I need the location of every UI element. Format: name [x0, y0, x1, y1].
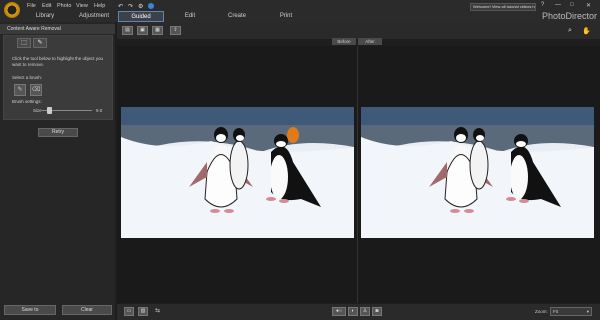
- redo-icon[interactable]: ↷: [128, 3, 133, 10]
- import-icon[interactable]: ▤: [122, 26, 133, 35]
- help-icon[interactable]: ?: [541, 2, 544, 8]
- before-photo: [121, 107, 354, 238]
- after-label: After: [358, 38, 382, 45]
- main-toolbar: [117, 22, 600, 39]
- person-icon[interactable]: ♙: [360, 307, 370, 316]
- brush-settings-label: Brush settings:: [12, 99, 42, 104]
- export-icon[interactable]: ⇪: [170, 26, 181, 35]
- tab-adjustment[interactable]: Adjustment: [72, 11, 116, 22]
- swap-icon[interactable]: ⇆: [155, 307, 160, 314]
- panel-header[interactable]: Content Aware Removal: [0, 24, 115, 34]
- compare-divider[interactable]: [357, 46, 358, 303]
- size-label: Size: [33, 108, 42, 113]
- brand-name: PhotoDirector: [542, 11, 598, 21]
- panel-title: Content Aware Removal: [7, 26, 61, 32]
- clear-button[interactable]: Clear: [62, 305, 112, 315]
- zoom-select[interactable]: Fit ▾: [550, 307, 592, 316]
- minimize-icon[interactable]: —: [555, 2, 561, 8]
- menu-file[interactable]: File: [27, 3, 36, 9]
- grid-icon[interactable]: ▦: [152, 26, 163, 35]
- zoom-value: Fit: [553, 309, 558, 314]
- tab-library[interactable]: Library: [26, 11, 64, 22]
- tab-create[interactable]: Create: [222, 11, 252, 22]
- size-slider-handle[interactable]: [47, 107, 52, 114]
- compare-view-icon[interactable]: ▥: [138, 307, 148, 316]
- menu-photo[interactable]: Photo: [57, 3, 71, 9]
- before-label: Before: [332, 38, 356, 45]
- camera-icon[interactable]: ◙: [372, 307, 382, 316]
- zoom-label: Zoom:: [535, 309, 548, 314]
- panel-instructions: Click the tool below to highlight the ob…: [12, 56, 104, 67]
- save-to-button[interactable]: Save to: [4, 305, 56, 315]
- size-value: 9.0: [96, 108, 103, 113]
- undo-icon[interactable]: ↶: [118, 3, 123, 10]
- tab-guided[interactable]: Guided: [118, 11, 164, 22]
- bottom-toolbar: [117, 304, 600, 320]
- tab-edit[interactable]: Edit: [178, 11, 202, 22]
- hand-tool-icon[interactable]: ✋: [582, 27, 591, 35]
- photo-icon[interactable]: ▣: [137, 26, 148, 35]
- orange-object: [287, 127, 299, 143]
- update-icon[interactable]: [148, 3, 154, 9]
- welcome-banner[interactable]: Welcome! View all tutorial videos here!: [470, 3, 536, 11]
- tab-print[interactable]: Print: [274, 11, 298, 22]
- close-icon[interactable]: ✕: [586, 2, 591, 9]
- after-photo: [361, 107, 594, 238]
- eraser-icon[interactable]: ⌫: [30, 84, 42, 96]
- toggle-icon[interactable]: ●○: [332, 307, 346, 316]
- menu-help[interactable]: Help: [94, 3, 105, 9]
- menu-view[interactable]: View: [76, 3, 88, 9]
- chevron-down-icon: ▾: [586, 309, 589, 314]
- contrast-icon[interactable]: ◐: [348, 307, 358, 316]
- app-logo: [4, 2, 20, 18]
- select-brush-label: Select a brush:: [12, 75, 43, 80]
- settings-icon[interactable]: ⚙: [138, 3, 143, 10]
- maximize-icon[interactable]: □: [570, 2, 574, 8]
- single-view-icon[interactable]: ▭: [124, 307, 134, 316]
- retry-button[interactable]: Retry: [38, 128, 78, 137]
- brush-icon[interactable]: ✎: [14, 84, 26, 96]
- brush-tool-button[interactable]: ✎: [33, 38, 47, 48]
- menu-edit[interactable]: Edit: [42, 3, 51, 9]
- zoom-tool-icon[interactable]: ⌕: [568, 27, 572, 35]
- select-tool-button[interactable]: ⬚: [17, 38, 31, 48]
